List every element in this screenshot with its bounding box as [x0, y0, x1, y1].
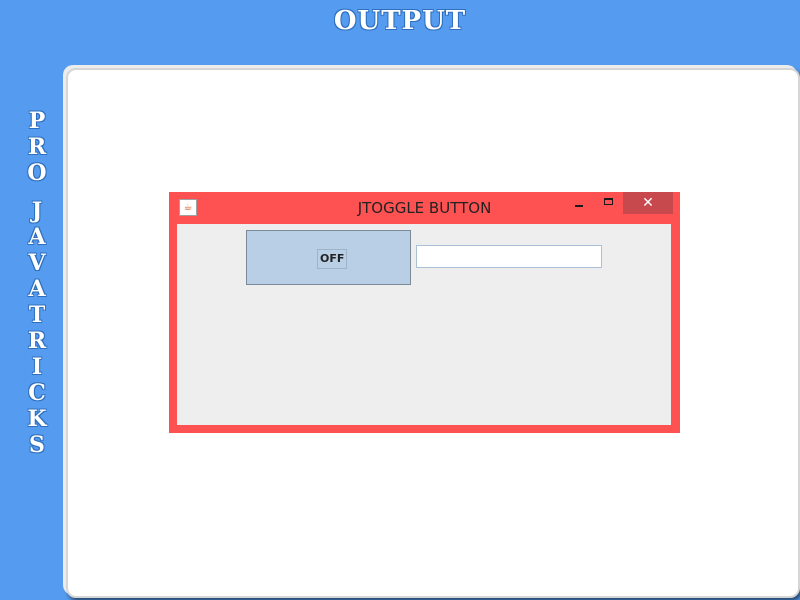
page-title: OUTPUT: [333, 6, 467, 36]
toggle-button-label: OFF: [317, 249, 348, 269]
window-content: OFF: [177, 224, 671, 425]
maximize-button[interactable]: [595, 192, 623, 214]
close-icon: ✕: [642, 195, 654, 211]
window-titlebar[interactable]: ☕ JTOGGLE BUTTON ✕: [169, 192, 680, 224]
close-button[interactable]: ✕: [623, 192, 673, 214]
side-letter: P: [28, 108, 46, 134]
minimize-icon: [575, 205, 583, 207]
minimize-button[interactable]: [565, 192, 593, 214]
app-window: ☕ JTOGGLE BUTTON ✕ OFF: [169, 192, 680, 433]
side-letter: A: [28, 224, 46, 250]
status-text-field[interactable]: [416, 245, 602, 268]
side-letter: V: [28, 250, 46, 276]
maximize-icon: [604, 198, 613, 205]
side-letter: K: [27, 406, 47, 432]
side-letter: J: [31, 198, 43, 224]
side-letter: S: [29, 432, 45, 458]
side-letter: R: [27, 134, 47, 160]
side-letter: O: [27, 160, 47, 186]
side-letter: I: [31, 354, 43, 380]
toggle-button[interactable]: OFF: [246, 230, 411, 285]
side-banner: P R O J A V A T R I C K S: [18, 108, 56, 458]
side-letter: A: [28, 276, 46, 302]
side-letter: R: [27, 328, 47, 354]
side-letter: C: [28, 380, 46, 406]
side-letter: T: [28, 302, 46, 328]
